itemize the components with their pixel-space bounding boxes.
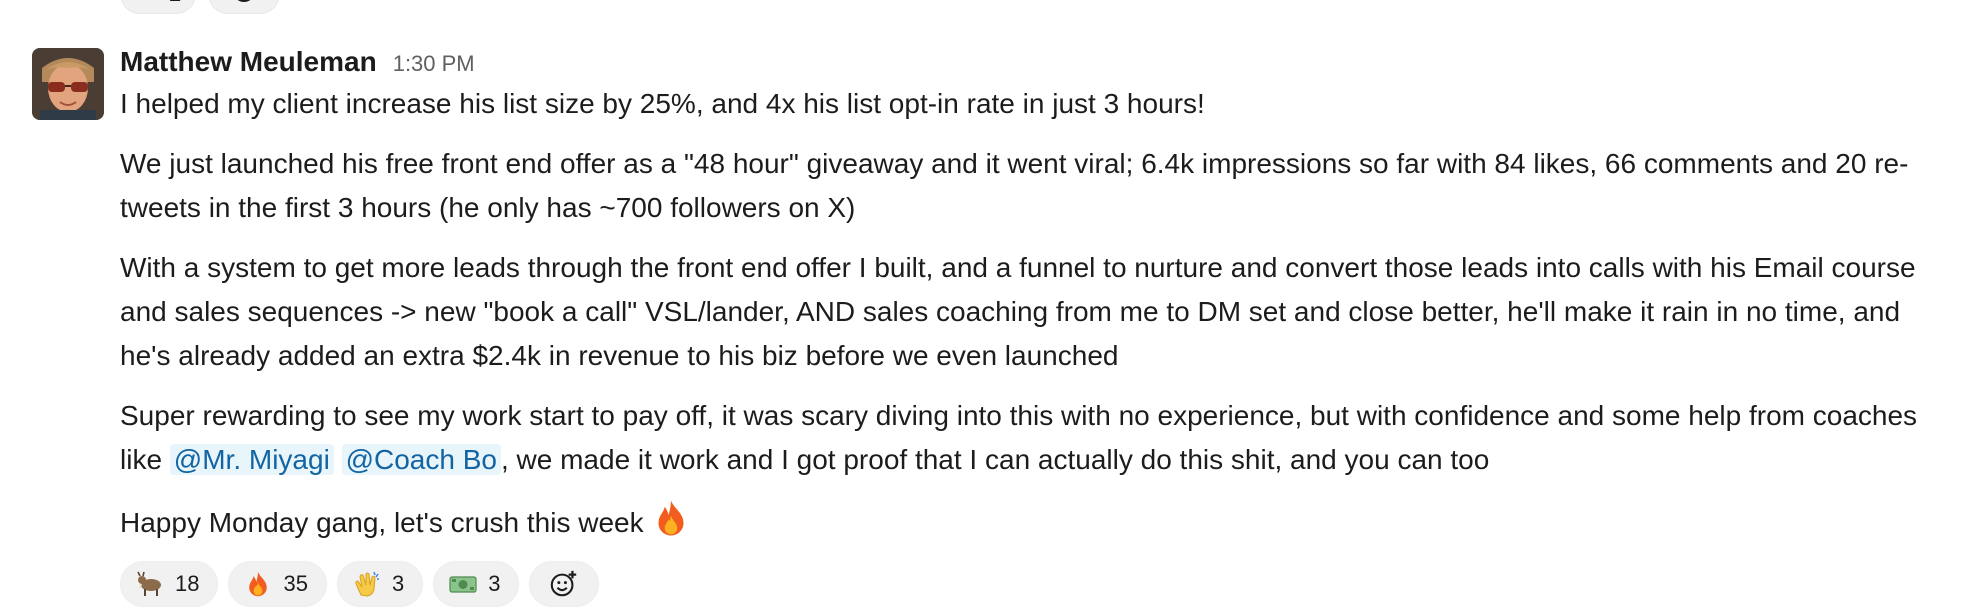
reaction-count: 2 [169, 0, 181, 7]
reaction-count: 3 [488, 571, 501, 596]
add-reaction-icon [549, 569, 579, 599]
message-timestamp[interactable]: 1:30 PM [393, 51, 475, 77]
paragraph-text: Happy Monday gang, let's crush this week [120, 507, 652, 538]
reaction-pill[interactable]: 2 [120, 0, 197, 14]
reaction-pill-goat[interactable]: 18 [120, 561, 219, 607]
avatar[interactable] [32, 48, 104, 120]
money-icon [448, 569, 478, 599]
reaction-count: 18 [175, 571, 200, 596]
goat-icon [135, 569, 165, 599]
message-content: Matthew Meuleman 1:30 PM I helped my cli… [120, 46, 1952, 607]
message-header: Matthew Meuleman 1:30 PM [120, 46, 1952, 82]
sender-name[interactable]: Matthew Meuleman [120, 46, 377, 78]
message-paragraph: We just launched his free front end offe… [120, 148, 1909, 223]
reaction-pill-money[interactable]: 3 [433, 561, 520, 607]
mention-mr-miyagi[interactable]: @Mr. Miyagi [169, 444, 334, 475]
add-reaction-icon [231, 0, 257, 10]
fire-icon [651, 498, 691, 551]
reaction-pill-clap[interactable]: 3 [336, 561, 424, 607]
reaction-count: 3 [391, 571, 405, 596]
add-reaction-button[interactable] [529, 561, 600, 607]
clap-icon [352, 569, 382, 599]
message-paragraph: Happy Monday gang, let's crush this week [120, 498, 1952, 551]
message-paragraph: Super rewarding to see my work start to … [120, 394, 1952, 482]
reaction-pill-fire[interactable]: 35 [228, 561, 327, 607]
party-icon [135, 0, 159, 9]
mention-coach-bo[interactable]: @Coach Bo [341, 444, 501, 475]
add-reaction-button[interactable] [208, 0, 281, 14]
reactions-bar: 18 35 3 3 [120, 561, 1952, 607]
paragraph-text: , we made it work and I got proof that I… [500, 444, 1490, 475]
message-paragraph: I helped my client increase his list siz… [120, 88, 1205, 119]
message-paragraph: With a system to get more leads through … [120, 252, 1916, 371]
reaction-count: 35 [283, 571, 308, 596]
previous-reactions: 2 [120, 0, 281, 14]
fire-icon [243, 569, 273, 599]
